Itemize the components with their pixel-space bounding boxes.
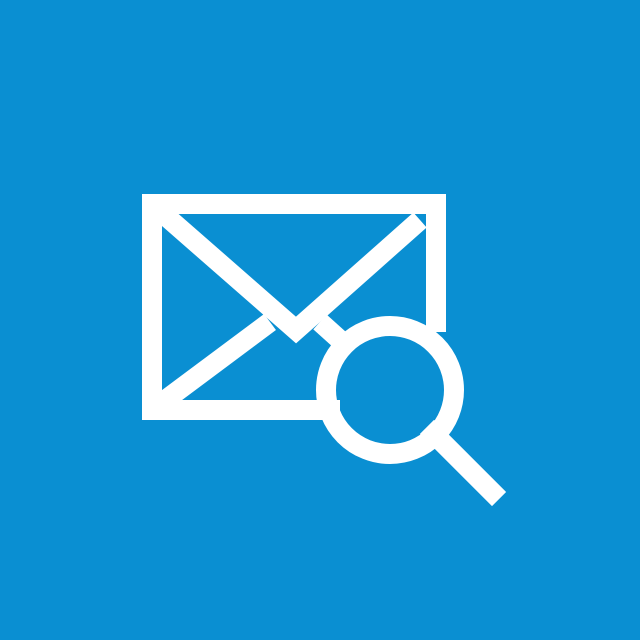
mail-search-tile[interactable] xyxy=(0,0,640,640)
mail-search-icon xyxy=(0,0,640,640)
envelope-icon xyxy=(142,194,446,420)
mail-search-svg xyxy=(142,194,507,507)
magnifying-glass-icon xyxy=(316,316,507,507)
